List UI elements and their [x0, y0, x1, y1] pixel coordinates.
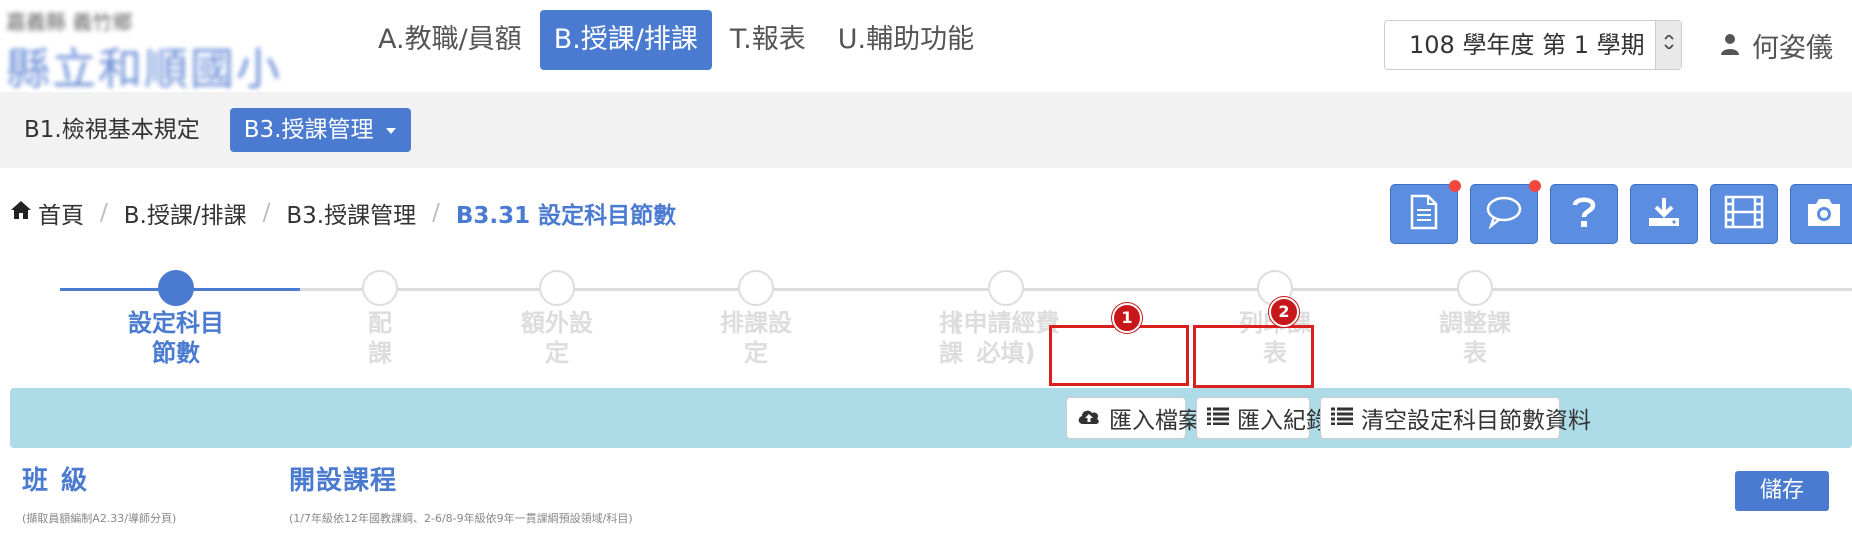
progress-stepper: 設定科目節數 配課 額外設定 排課設定 排課 (申請經費必填) 列印課表 調整課… — [0, 270, 1852, 370]
sub-nav-bar: B1.檢視基本規定 B3.授課管理 — [0, 92, 1852, 168]
step-label: 設定科目節數 — [128, 309, 224, 367]
highlight-box-2 — [1193, 325, 1314, 388]
step-label: 額外設定 — [521, 309, 593, 367]
step-marker-2: 2 — [1269, 297, 1299, 327]
course-section-title: 開設課程 — [289, 466, 398, 496]
film-icon — [1724, 195, 1764, 233]
clear-settings-label: 清空設定科目節數資料 — [1361, 408, 1591, 434]
notification-dot — [1449, 180, 1461, 192]
class-section-note: (擷取員額編制A2.33/導師分頁) — [22, 512, 177, 525]
camera-button[interactable] — [1790, 184, 1852, 244]
cloud-upload-icon — [1077, 405, 1101, 431]
step-circle — [539, 270, 575, 306]
breadcrumb-home-label: 首頁 — [38, 203, 84, 229]
step-circle — [362, 270, 398, 306]
subnav-item-b1[interactable]: B1.檢視基本規定 — [10, 108, 214, 152]
step-marker-1: 1 — [1112, 303, 1142, 333]
step-circle — [988, 270, 1024, 306]
step-circle — [738, 270, 774, 306]
breadcrumb-current: B3.31 設定科目節數 — [455, 203, 677, 229]
step-label: 配課 — [368, 309, 392, 367]
notification-dot — [1529, 180, 1541, 192]
step-label: 排課設定 — [720, 309, 792, 367]
subnav-item-b3-label: B3.授課管理 — [243, 117, 374, 143]
sub-nav: B1.檢視基本規定 B3.授課管理 — [10, 108, 411, 152]
breadcrumb: 首頁 / B.授課/排課 / B3.授課管理 / B3.31 設定科目節數 — [10, 196, 676, 230]
help-icon — [1572, 195, 1596, 233]
list-icon — [1331, 405, 1353, 431]
film-button[interactable] — [1710, 184, 1778, 244]
step-label: 調整課表 — [1439, 309, 1511, 367]
class-section-title: 班 級 — [22, 466, 90, 496]
import-file-label: 匯入檔案 — [1109, 408, 1201, 434]
chat-button[interactable] — [1470, 180, 1541, 244]
list-icon — [1207, 405, 1229, 431]
user-menu[interactable]: 何姿儀 — [1720, 26, 1833, 65]
download-icon — [1647, 196, 1681, 232]
nav-item-u[interactable]: U.輔助功能 — [824, 10, 988, 70]
term-select-value: 108 學年度 第 1 學期 — [1409, 31, 1645, 59]
step-circle — [1457, 270, 1493, 306]
step-circle — [158, 270, 194, 306]
breadcrumb-home[interactable]: 首頁 — [10, 196, 84, 230]
school-county: 嘉義縣 義竹鄉 — [6, 10, 133, 34]
breadcrumb-item[interactable]: B.授課/排課 — [124, 196, 247, 230]
term-select[interactable]: 108 學年度 第 1 學期 — [1384, 20, 1682, 70]
nav-item-b[interactable]: B.授課/排課 — [539, 10, 712, 70]
user-icon — [1720, 33, 1740, 59]
main-nav: A.教職/員額 B.授課/排課 T.報表 U.輔助功能 — [364, 10, 992, 70]
import-log-label: 匯入紀錄 — [1237, 408, 1329, 434]
document-button[interactable] — [1390, 180, 1461, 244]
document-icon — [1409, 194, 1439, 234]
course-section-note: (1/7年級依12年國教課綱、2-6/8-9年級依9年一貫課綱預設領域/科目) — [289, 512, 633, 525]
clear-settings-button[interactable]: 清空設定科目節數資料 — [1320, 397, 1591, 439]
import-file-button[interactable]: 匯入檔案 — [1066, 397, 1201, 439]
school-name: 縣立和順國小 — [6, 44, 282, 95]
home-icon — [10, 200, 32, 226]
highlight-box-1 — [1049, 325, 1189, 386]
subnav-item-b3[interactable]: B3.授課管理 — [229, 108, 411, 152]
breadcrumb-item[interactable]: B3.授課管理 — [286, 196, 416, 230]
save-button[interactable]: 儲存 — [1735, 471, 1829, 511]
chevron-down-icon[interactable] — [1655, 21, 1681, 69]
top-header: 嘉義縣 義竹鄉 縣立和順國小 A.教職/員額 B.授課/排課 T.報表 U.輔助… — [0, 0, 1852, 95]
user-name: 何姿儀 — [1752, 33, 1833, 64]
tool-buttons — [1390, 180, 1852, 244]
caret-down-icon — [381, 117, 397, 143]
chat-icon — [1485, 195, 1523, 233]
nav-item-t[interactable]: T.報表 — [716, 10, 820, 70]
help-button[interactable] — [1550, 184, 1618, 244]
nav-item-a[interactable]: A.教職/員額 — [364, 10, 536, 70]
school-logo[interactable]: 嘉義縣 義竹鄉 縣立和順國小 — [6, 6, 282, 97]
stepper-line — [300, 288, 1852, 291]
camera-icon — [1805, 196, 1843, 232]
download-button[interactable] — [1630, 184, 1698, 244]
import-log-button[interactable]: 匯入紀錄 — [1196, 397, 1329, 439]
